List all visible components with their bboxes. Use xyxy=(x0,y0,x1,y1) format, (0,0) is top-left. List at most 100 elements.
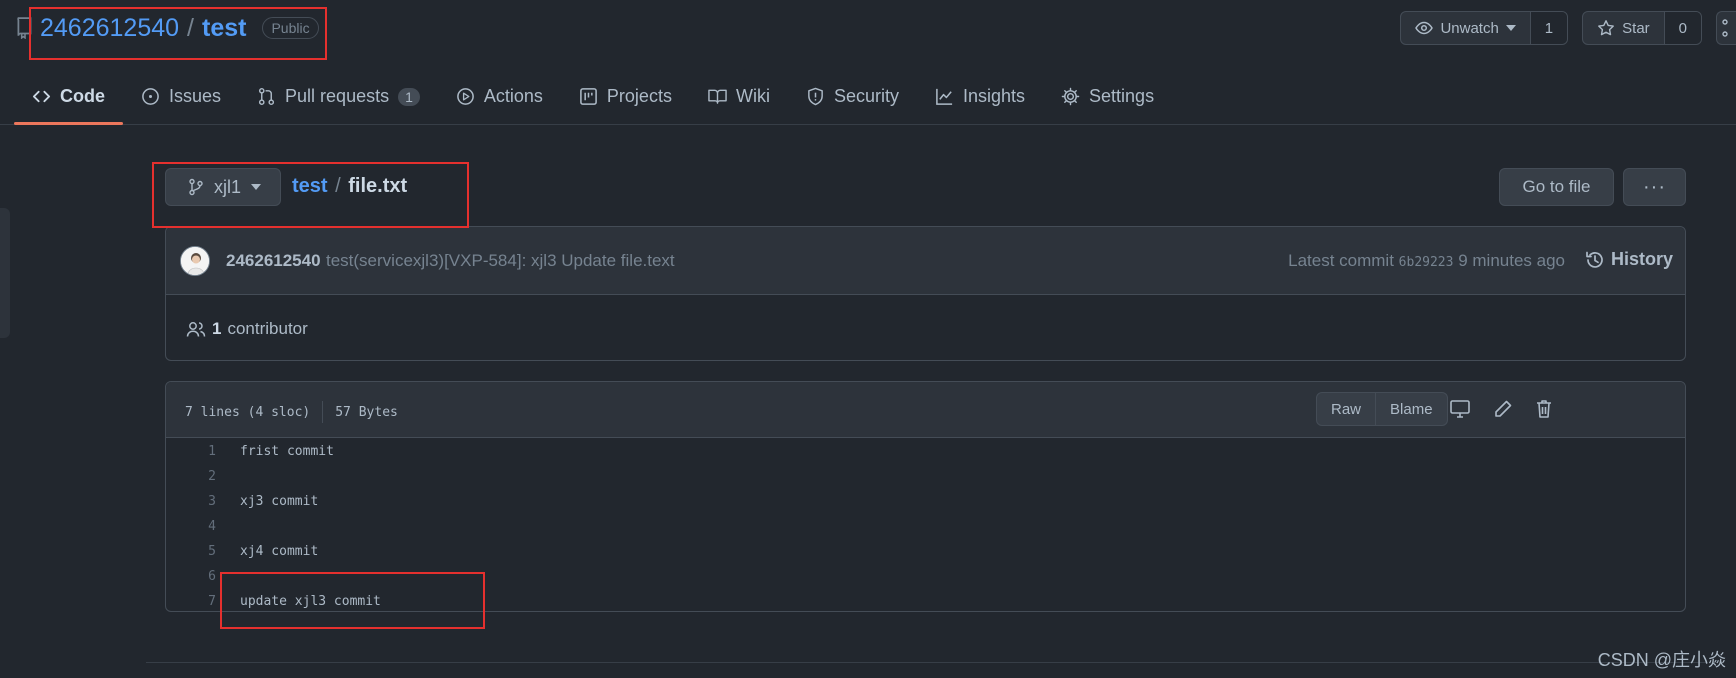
code-line: 2 xyxy=(166,464,1685,489)
tab-projects[interactable]: Projects xyxy=(561,68,690,125)
contributors[interactable]: 1 contributor xyxy=(186,319,308,339)
play-icon xyxy=(457,88,474,105)
watch-button-group: Unwatch 1 xyxy=(1400,11,1569,45)
line-content: frist commit xyxy=(240,444,334,459)
commit-meta: Latest commit 6b29223 9 minutes ago xyxy=(1288,251,1565,271)
code-line: 7 update xjl3 commit xyxy=(166,589,1685,611)
line-content: xj4 commit xyxy=(240,544,319,559)
watermark: CSDN @庄小焱 xyxy=(1597,650,1726,670)
blame-button[interactable]: Blame xyxy=(1375,393,1447,425)
line-content: xj3 commit xyxy=(240,494,319,509)
repo-icon xyxy=(17,17,32,39)
tab-label: Actions xyxy=(483,86,543,106)
branch-select-button[interactable]: xjl1 xyxy=(165,168,281,206)
more-options-button[interactable]: ··· xyxy=(1623,168,1686,206)
watch-count[interactable]: 1 xyxy=(1529,12,1568,44)
file-lines-info: 7 lines (4 sloc) xyxy=(185,404,311,420)
tab-security[interactable]: Security xyxy=(788,68,917,125)
tab-actions[interactable]: Actions xyxy=(438,68,561,125)
latest-commit-box: 2462612540 test(servicexjl3)[VXP-584]: x… xyxy=(165,226,1686,361)
page-divider xyxy=(146,662,1706,663)
gear-icon xyxy=(1061,87,1080,106)
breadcrumb-file: file.txt xyxy=(348,175,408,197)
people-icon xyxy=(186,322,206,337)
history-icon xyxy=(1586,251,1603,268)
star-button[interactable]: Star xyxy=(1583,12,1664,44)
code-line: 6 xyxy=(166,564,1685,589)
file-code: 1 frist commit 2 3 xj3 commit 4 5 xj4 commi… xyxy=(166,439,1685,611)
repo-title: 2462612540 / test Public xyxy=(16,10,319,46)
fork-button-group xyxy=(1716,11,1736,45)
repo-owner-link[interactable]: 2462612540 xyxy=(40,14,179,43)
trash-icon[interactable] xyxy=(1532,397,1556,421)
visibility-badge: Public xyxy=(262,17,319,39)
branch-name: xjl1 xyxy=(214,176,242,197)
history-link[interactable]: History xyxy=(1585,249,1673,270)
repo-header: 2462612540 / test Public Unwatch 1 Star xyxy=(0,0,1736,125)
desktop-icon[interactable] xyxy=(1448,397,1472,421)
tab-pull-requests[interactable]: Pull requests 1 xyxy=(239,68,438,125)
contributor-label: contributor xyxy=(227,319,308,338)
tab-label: Issues xyxy=(169,86,222,106)
avatar[interactable] xyxy=(180,246,210,276)
code-line: 5 xj4 commit xyxy=(166,539,1685,564)
tab-insights[interactable]: Insights xyxy=(917,68,1043,125)
shield-icon xyxy=(808,87,823,106)
line-number[interactable]: 4 xyxy=(166,519,216,534)
line-number[interactable]: 5 xyxy=(166,544,216,559)
commit-header: 2462612540 test(servicexjl3)[VXP-584]: x… xyxy=(166,227,1685,295)
code-line: 4 xyxy=(166,514,1685,539)
commit-author[interactable]: 2462612540 xyxy=(226,251,321,271)
tab-label: Wiki xyxy=(735,86,770,106)
line-number[interactable]: 3 xyxy=(166,494,216,509)
file-header: 7 lines (4 sloc) 57 Bytes Raw Blame xyxy=(166,382,1685,438)
line-number[interactable]: 6 xyxy=(166,569,216,584)
repo-tabs: Code Issues Pull requests 1 Actions Proj… xyxy=(14,68,1172,125)
line-number[interactable]: 1 xyxy=(166,444,216,459)
file-viewer: 7 lines (4 sloc) 57 Bytes Raw Blame 1 fri… xyxy=(165,381,1686,612)
commit-message[interactable]: test(servicexjl3)[VXP-584]: xjl3 Update … xyxy=(326,251,675,271)
repo-actions: Unwatch 1 Star 0 xyxy=(1400,11,1736,45)
latest-commit-label: Latest commit xyxy=(1288,251,1394,270)
raw-blame-group: Raw Blame xyxy=(1316,392,1448,426)
fork-icon xyxy=(1722,19,1728,37)
code-line: 3 xj3 commit xyxy=(166,489,1685,514)
star-label: Star xyxy=(1622,19,1650,37)
breadcrumb: test / file.txt xyxy=(292,175,407,198)
go-to-file-button[interactable]: Go to file xyxy=(1499,168,1614,206)
commit-time: 9 minutes ago xyxy=(1458,251,1565,270)
tab-label: Projects xyxy=(606,86,672,106)
file-breadcrumb-row: xjl1 test / file.txt Go to file ··· xyxy=(165,168,1686,206)
tab-wiki[interactable]: Wiki xyxy=(690,68,788,125)
file-size-info: 57 Bytes xyxy=(335,404,398,420)
tab-settings[interactable]: Settings xyxy=(1043,68,1172,125)
line-number[interactable]: 7 xyxy=(166,594,216,609)
tab-issues[interactable]: Issues xyxy=(123,68,239,125)
tab-label: Code xyxy=(60,86,105,106)
tab-label: Insights xyxy=(962,86,1026,106)
eye-icon xyxy=(1415,21,1434,35)
commit-sha[interactable]: 6b29223 xyxy=(1399,255,1454,270)
branch-icon xyxy=(189,178,203,196)
star-count[interactable]: 0 xyxy=(1663,12,1701,44)
code-line: 1 frist commit xyxy=(166,439,1685,464)
fork-button[interactable] xyxy=(1717,12,1736,44)
tab-code[interactable]: Code xyxy=(14,68,123,125)
code-icon xyxy=(32,90,51,103)
avatar-image xyxy=(181,247,209,275)
pull-requests-count: 1 xyxy=(398,87,420,106)
unwatch-label: Unwatch xyxy=(1440,19,1499,37)
line-content: update xjl3 commit xyxy=(240,594,381,609)
unwatch-button[interactable]: Unwatch xyxy=(1401,12,1529,44)
side-panel-tab[interactable] xyxy=(0,208,10,338)
tab-label: Pull requests xyxy=(285,86,390,106)
raw-button[interactable]: Raw xyxy=(1317,393,1375,425)
breadcrumb-dir-link[interactable]: test xyxy=(292,175,328,197)
pencil-icon[interactable] xyxy=(1491,397,1515,421)
star-button-group: Star 0 xyxy=(1582,11,1702,45)
pull-request-icon xyxy=(258,87,275,106)
repo-name-link[interactable]: test xyxy=(202,14,246,43)
chevron-down-icon xyxy=(1505,25,1516,31)
line-number[interactable]: 2 xyxy=(166,469,216,484)
tab-label: Settings xyxy=(1089,86,1155,106)
